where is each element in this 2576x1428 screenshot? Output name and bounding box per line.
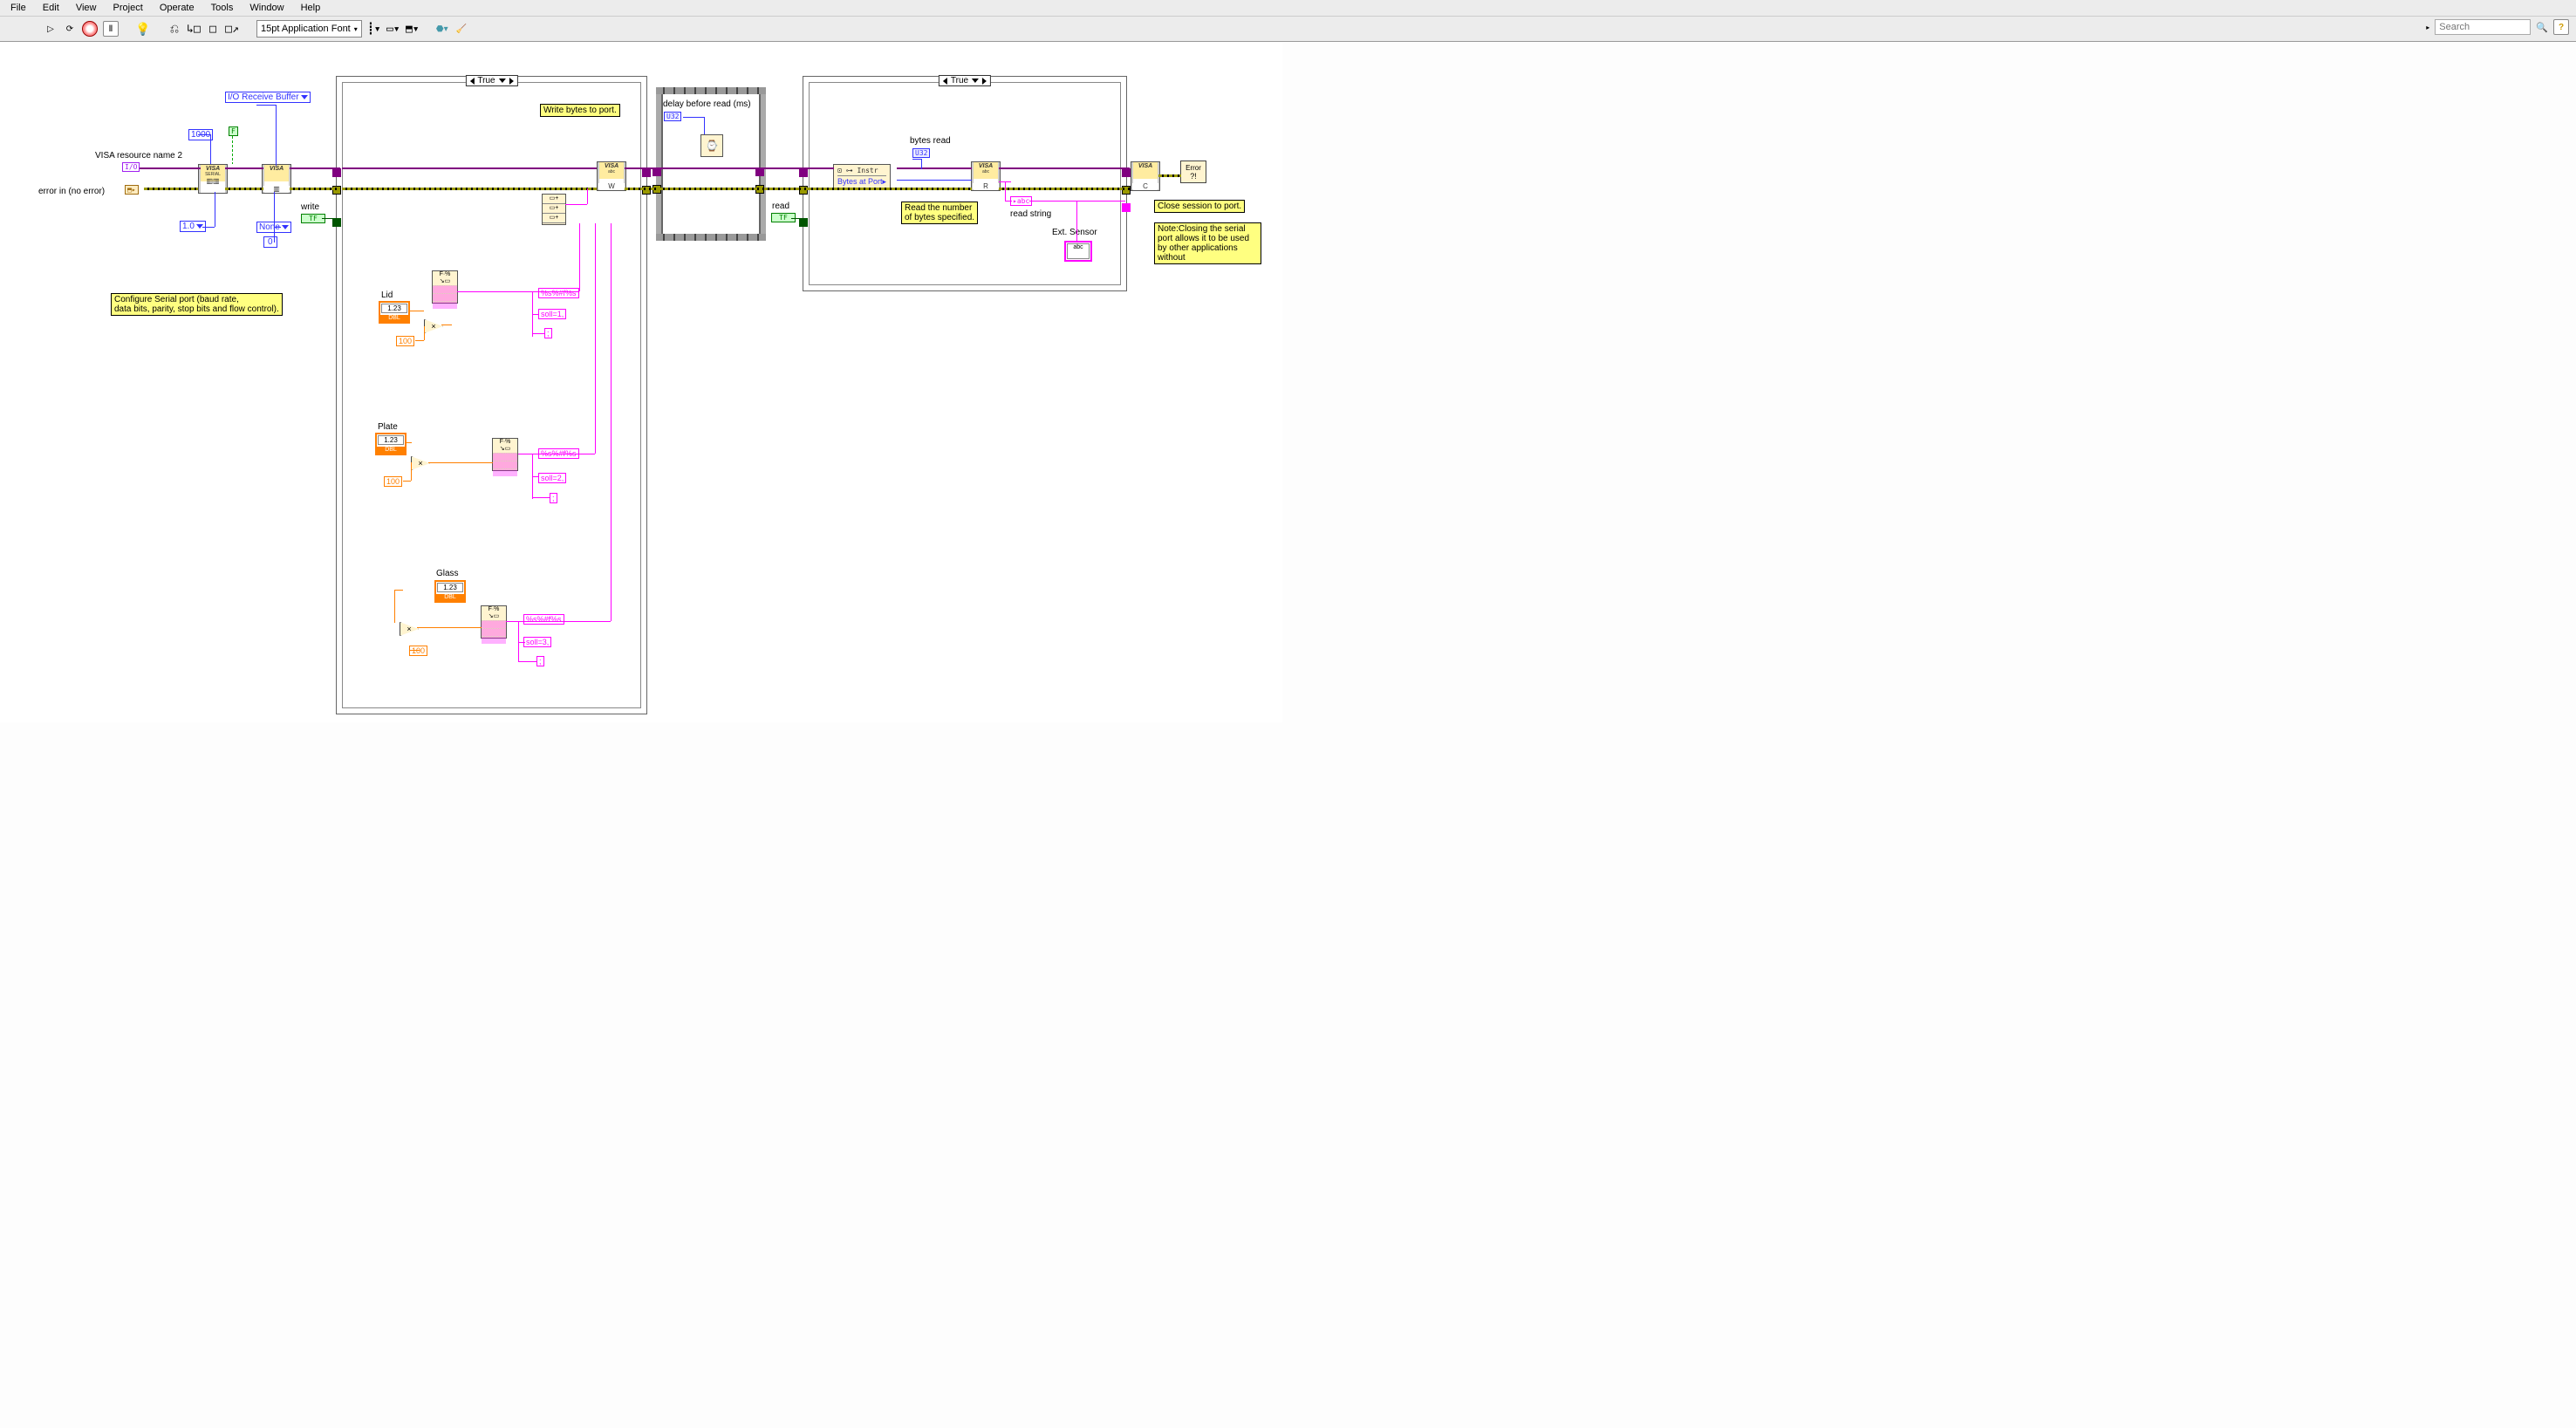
search-input[interactable] bbox=[2435, 19, 2531, 35]
step-into-icon[interactable]: ↳□ bbox=[187, 22, 201, 36]
read-string-label: read string bbox=[1010, 209, 1051, 219]
tip-configure-serial: Configure Serial port (baud rate, data b… bbox=[111, 293, 283, 316]
menu-file[interactable]: File bbox=[3, 3, 33, 13]
simple-error-handler[interactable]: Error?! bbox=[1180, 161, 1206, 183]
menu-view[interactable]: View bbox=[69, 3, 104, 13]
highlight-exec-icon[interactable]: 💡 bbox=[136, 22, 150, 36]
chevron-down-icon: ▾ bbox=[354, 25, 358, 33]
menu-operate[interactable]: Operate bbox=[153, 3, 202, 13]
lid-format-pattern[interactable]: %s%#f%s bbox=[538, 288, 579, 298]
bytes-read-label: bytes read bbox=[910, 136, 951, 146]
visa-resource-label: VISA resource name 2 bbox=[95, 151, 182, 161]
plate-soll-const[interactable]: soll=2, bbox=[538, 473, 566, 483]
lid-const-100[interactable]: 100 bbox=[396, 336, 414, 346]
read-label: read bbox=[772, 202, 789, 211]
ext-sensor-label: Ext. Sensor bbox=[1052, 228, 1097, 237]
error-in-terminal[interactable]: ⬒▸ bbox=[125, 185, 139, 195]
toolbar: ▷ ⟳ Ⅱ 💡 ⎌ ↳□ □ □↗ 15pt Application Font … bbox=[0, 17, 2576, 42]
distribute-tool-icon[interactable]: ▭▾ bbox=[386, 22, 400, 36]
font-selector[interactable]: 15pt Application Font ▾ bbox=[256, 20, 362, 38]
glass-soll-const[interactable]: soll=3, bbox=[523, 637, 551, 647]
search-arrow-icon[interactable]: ▸ bbox=[2426, 24, 2429, 31]
glass-semi-const[interactable]: ; bbox=[536, 656, 544, 666]
step-out-icon[interactable]: □↗ bbox=[225, 22, 239, 36]
cleanup-tool-icon[interactable]: 🧹 bbox=[454, 22, 468, 36]
tunnel-visa-in2 bbox=[799, 168, 808, 177]
plate-semi-const[interactable]: ; bbox=[550, 493, 557, 503]
glass-const-100[interactable]: 100 bbox=[409, 646, 427, 656]
context-help-button[interactable]: ? bbox=[2553, 19, 2569, 35]
menu-project[interactable]: Project bbox=[106, 3, 150, 13]
write-label: write bbox=[301, 202, 319, 212]
delay-label: delay before read (ms) bbox=[663, 99, 751, 109]
plate-format-into-string[interactable]: F·%↘▭ bbox=[492, 438, 518, 471]
abort-button[interactable] bbox=[82, 21, 98, 37]
lid-soll-const[interactable]: soll=1, bbox=[538, 309, 566, 319]
visa-bytes-at-port-property[interactable]: ⊡ ⊶ Instr Bytes at Port▸ bbox=[833, 164, 891, 188]
search-container: ▸ 🔍 ? bbox=[2426, 19, 2569, 35]
bytes-read-terminal[interactable]: U32 bbox=[912, 148, 930, 158]
run-arrow-icon[interactable]: ▷ bbox=[44, 22, 58, 36]
tunnel-string-out bbox=[1122, 203, 1131, 212]
menu-bar: File Edit View Project Operate Tools Win… bbox=[0, 0, 2576, 17]
tunnel-visa-in bbox=[332, 168, 341, 177]
glass-control[interactable]: 1.23 DBL bbox=[434, 580, 466, 603]
delay-terminal[interactable]: U32 bbox=[664, 112, 681, 121]
io-receive-buffer-const[interactable]: I/O Receive Buffer bbox=[225, 92, 311, 103]
glass-format-into-string[interactable]: F·%↘▭ bbox=[481, 605, 507, 639]
case-read-selector[interactable]: True bbox=[939, 75, 991, 86]
glass-format-pattern[interactable]: %s%#f%s bbox=[523, 614, 564, 625]
tip-close-session: Close session to port. bbox=[1154, 200, 1245, 213]
tip-note-closing: Note:Closing the serial port allows it t… bbox=[1154, 222, 1261, 264]
plate-label: Plate bbox=[378, 422, 398, 432]
wait-ms-node[interactable]: ⌚ bbox=[700, 134, 723, 157]
error-in-label: error in (no error) bbox=[38, 187, 105, 196]
tunnel-visa-out1 bbox=[642, 168, 651, 177]
ext-sensor-indicator[interactable]: abc bbox=[1064, 241, 1092, 262]
visa-write-node[interactable]: VISA abc W bbox=[597, 161, 626, 191]
menu-window[interactable]: Window bbox=[243, 3, 290, 13]
tip-read-bytes: Read the number of bytes specified. bbox=[901, 202, 978, 224]
menu-tools[interactable]: Tools bbox=[204, 3, 241, 13]
visa-read-node[interactable]: VISA abc R bbox=[971, 161, 1001, 191]
const-zero[interactable]: 0 bbox=[263, 236, 277, 248]
tunnel-case-sel2 bbox=[799, 218, 808, 227]
step-over-icon[interactable]: □ bbox=[206, 22, 220, 36]
lid-label: Lid bbox=[381, 290, 393, 300]
resize-tool-icon[interactable]: ⬒▾ bbox=[406, 22, 420, 36]
visa-close-node[interactable]: VISA C bbox=[1131, 161, 1160, 191]
lid-semi-const[interactable]: ; bbox=[544, 328, 552, 338]
menu-edit[interactable]: Edit bbox=[36, 3, 66, 13]
tunnel-visa-out2 bbox=[1122, 168, 1131, 177]
pause-button[interactable]: Ⅱ bbox=[103, 21, 119, 37]
case-write-selector[interactable]: True bbox=[465, 75, 517, 86]
plate-const-100[interactable]: 100 bbox=[384, 476, 402, 487]
align-tool-icon[interactable]: ┋▾ bbox=[367, 22, 381, 36]
concat-strings-node[interactable]: ▭+▭+▭+ bbox=[542, 194, 566, 225]
lid-format-into-string[interactable]: F·%↘▭ bbox=[432, 270, 458, 304]
bool-const-f[interactable]: F bbox=[229, 126, 238, 136]
block-diagram-canvas[interactable]: I/O Receive Buffer 100 0 F VISA resource … bbox=[0, 42, 1282, 722]
retain-wire-icon[interactable]: ⎌ bbox=[167, 22, 181, 36]
run-continuous-icon[interactable]: ⟳ bbox=[63, 22, 77, 36]
reorder-tool-icon[interactable]: ⬣▾ bbox=[435, 22, 449, 36]
visa-configure-serial-node[interactable]: VISA SERIAL ▥▥ bbox=[198, 164, 228, 194]
visa-resource-terminal[interactable]: I/O bbox=[122, 162, 140, 172]
visa-set-buffer-node[interactable]: VISA ▥ bbox=[262, 164, 291, 194]
tip-write-bytes: Write bytes to port. bbox=[540, 104, 620, 117]
flat-sequence[interactable] bbox=[656, 87, 766, 241]
font-label: 15pt Application Font bbox=[261, 24, 351, 34]
menu-help[interactable]: Help bbox=[294, 3, 328, 13]
glass-label: Glass bbox=[436, 569, 459, 578]
lid-control[interactable]: 1.23 DBL bbox=[379, 301, 410, 324]
tunnel-case-sel bbox=[332, 218, 341, 227]
search-icon[interactable]: 🔍 bbox=[2536, 22, 2548, 33]
plate-control[interactable]: 1.23 DBL bbox=[375, 433, 407, 455]
